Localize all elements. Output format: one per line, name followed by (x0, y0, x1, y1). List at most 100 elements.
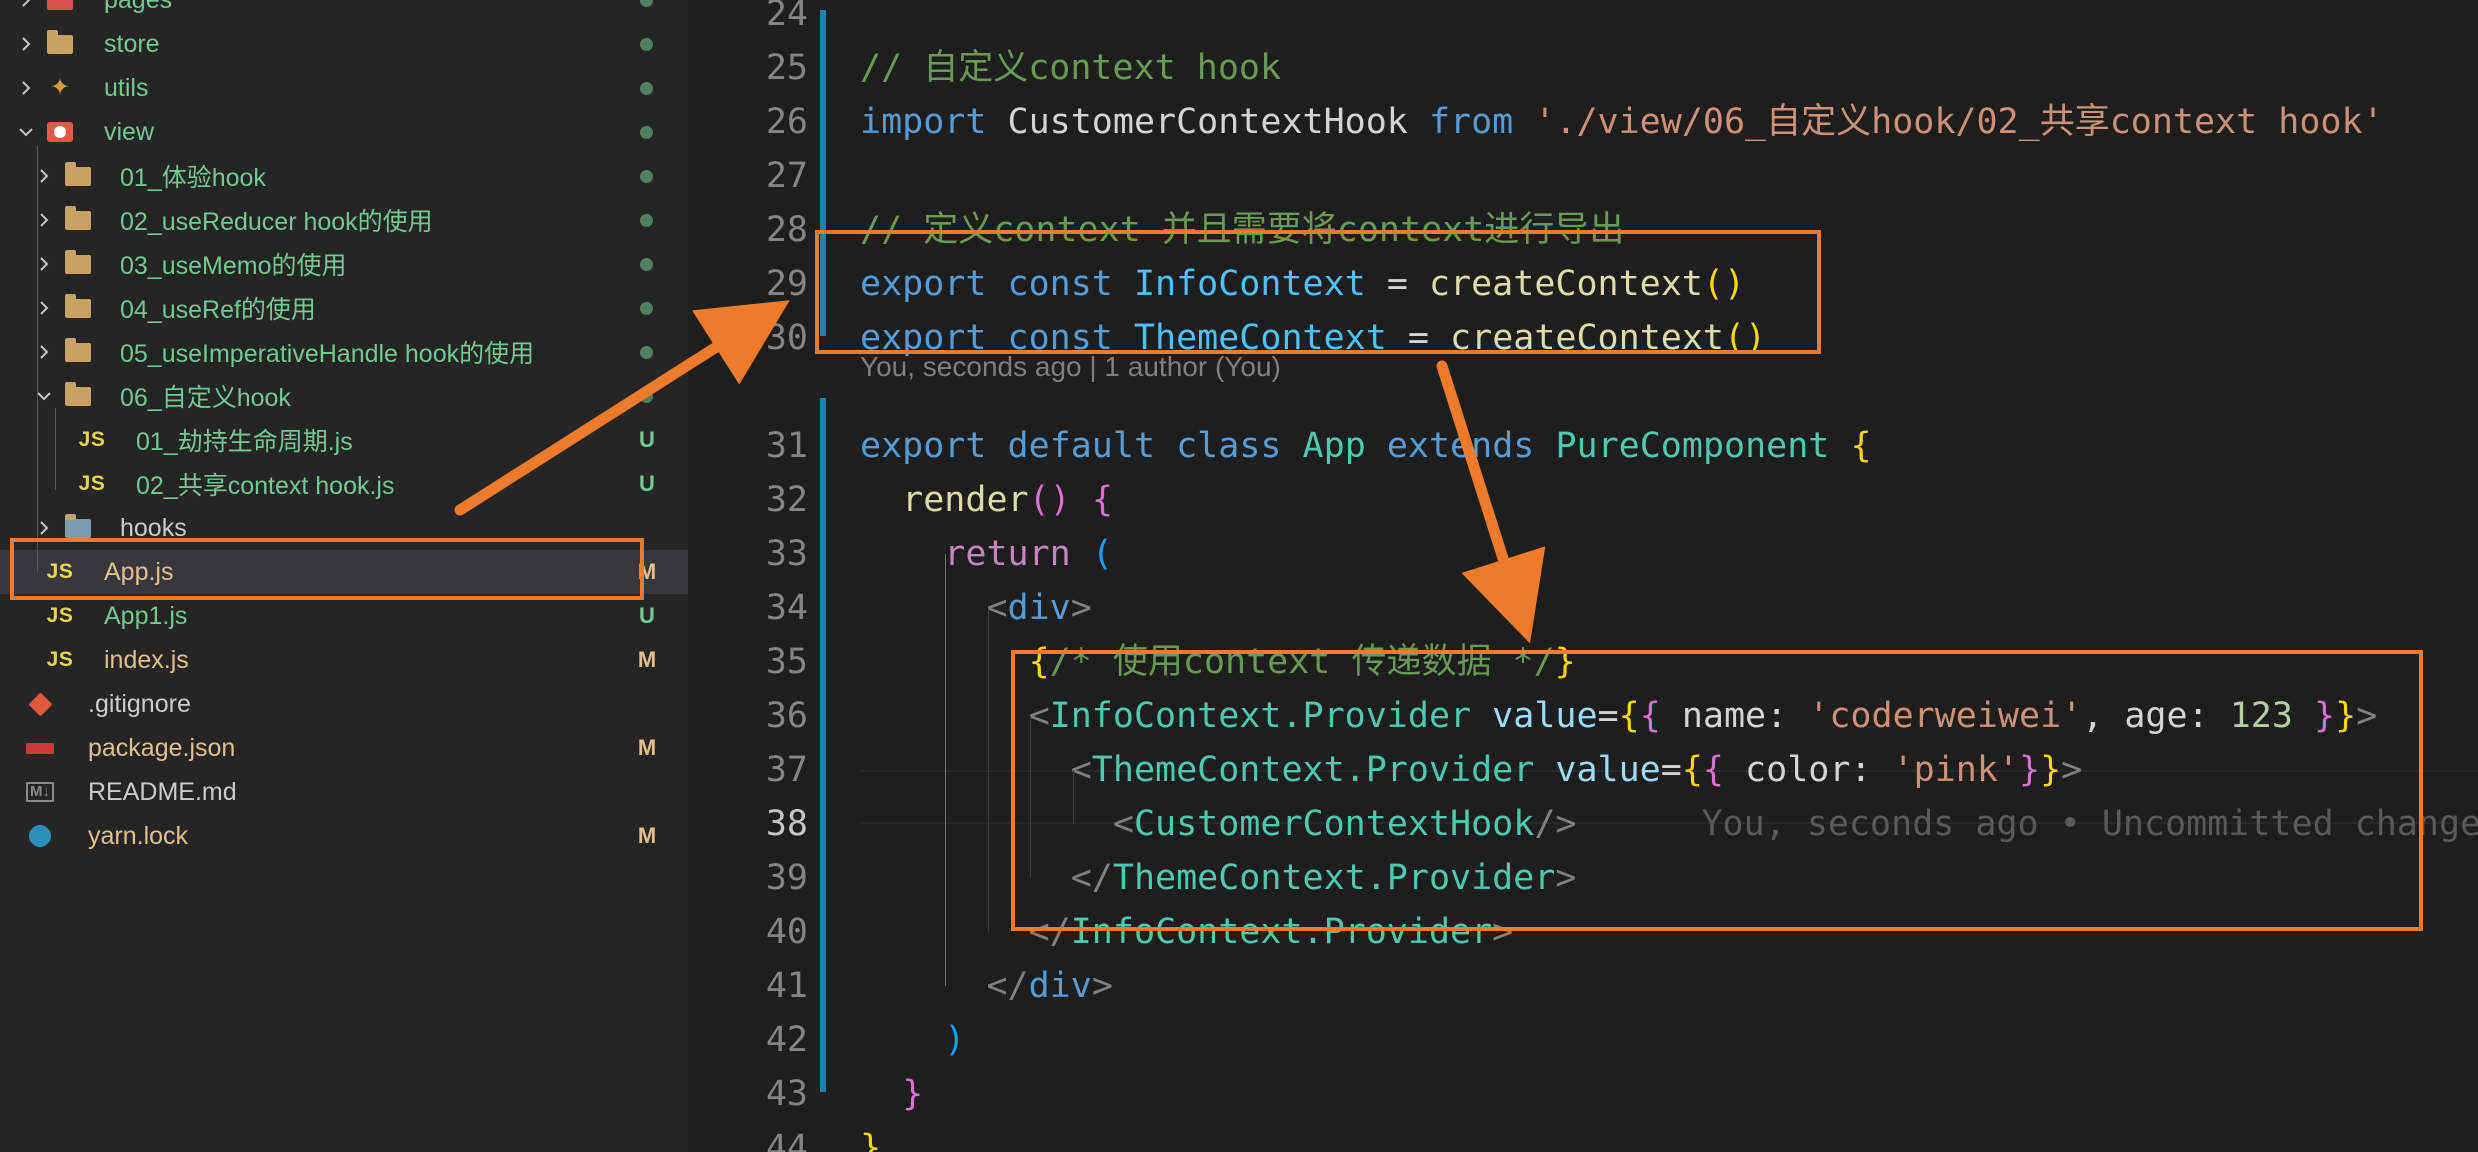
chevron-right-icon[interactable] (32, 154, 56, 198)
code-token: App (1302, 426, 1366, 466)
tree-item-label: utils (104, 73, 149, 102)
code-token: PureComponent (1555, 426, 1830, 466)
tree-item-label: 06_自定义hook (120, 384, 291, 412)
line-number: 30 (765, 318, 808, 358)
line-number: 40 (765, 912, 808, 952)
git-status-dot (640, 126, 653, 139)
line-number: 26 (765, 102, 808, 142)
code-line: 27 (688, 149, 2478, 203)
javascript-file-icon: JS (78, 472, 106, 495)
chevron-right-icon[interactable] (14, 66, 38, 110)
annotation-box-context-exports (815, 230, 1821, 354)
tree-item-label: yarn.lock (88, 821, 189, 850)
tree-folder[interactable]: view (0, 110, 688, 154)
tree-file[interactable]: JS 01_劫持生命周期.js U (0, 418, 688, 462)
tree-file[interactable]: M↓ README.md (0, 770, 688, 814)
utils-folder-icon: ✦ (49, 74, 71, 101)
code-token: } (860, 1128, 882, 1152)
tree-folder[interactable]: ✦ utils (0, 66, 688, 110)
chevron-down-icon[interactable] (32, 374, 56, 418)
tree-item-label: view (104, 117, 155, 146)
code-line: 24 (688, 0, 2478, 41)
code-token: // 自定义context hook (860, 48, 1282, 88)
line-number: 35 (765, 642, 808, 682)
indent-guide (945, 554, 946, 986)
tree-folder[interactable]: 03_useMemo的使用 (0, 242, 688, 286)
chevron-right-icon[interactable] (14, 22, 38, 66)
code-content: <div> (860, 581, 1091, 635)
tree-indent-guide-nested (55, 408, 56, 490)
git-status-dot (640, 0, 653, 7)
chevron-right-icon[interactable] (14, 0, 38, 22)
git-status-badge: U (639, 427, 655, 452)
tree-item-label: index.js (104, 645, 189, 674)
tree-file[interactable]: JS index.js M (0, 638, 688, 682)
code-line: 34 <div> (688, 581, 2478, 635)
line-number: 36 (765, 696, 808, 736)
tree-folder[interactable]: 01_体验hook (0, 154, 688, 198)
tree-item-label: App1.js (104, 601, 188, 630)
chevron-right-icon[interactable] (32, 242, 56, 286)
tree-folder[interactable]: store (0, 22, 688, 66)
code-token: div (1007, 588, 1071, 628)
git-status-badge: M (637, 823, 657, 848)
line-number: 43 (765, 1074, 808, 1114)
chevron-right-icon[interactable] (32, 286, 56, 330)
tree-item-label: pages (104, 0, 172, 15)
javascript-file-icon: JS (46, 604, 74, 627)
markdown-icon: M↓ (25, 770, 55, 814)
git-status-dot (640, 82, 653, 95)
chevron-down-icon[interactable] (14, 110, 38, 154)
code-token: return (944, 534, 1071, 574)
code-token: CustomerContextHook (986, 102, 1429, 142)
view-folder-icon (45, 110, 75, 154)
git-status-badge: U (639, 603, 655, 628)
tree-folder[interactable]: 02_useReducer hook的使用 (0, 198, 688, 242)
tree-file[interactable]: package.json M (0, 726, 688, 770)
code-content: </div> (860, 959, 1112, 1013)
line-number: 25 (765, 48, 808, 88)
line-number: 33 (765, 534, 808, 574)
tree-item-label: README.md (88, 777, 237, 806)
code-token: class (1176, 426, 1282, 466)
code-token: } (902, 1074, 924, 1114)
code-line: 33 return ( (688, 527, 2478, 581)
chevron-right-icon[interactable] (32, 330, 56, 374)
annotation-box-app-js (10, 538, 644, 600)
git-status-badge: M (637, 735, 657, 760)
tree-folder[interactable]: 05_useImperativeHandle hook的使用 (0, 330, 688, 374)
tree-item-label: package.json (88, 733, 236, 762)
code-line: 31 export default class App extends PureC… (688, 419, 2478, 473)
tree-file[interactable]: yarn.lock M (0, 814, 688, 858)
tree-folder[interactable]: pages (0, 0, 688, 22)
code-token: { (1850, 426, 1872, 466)
git-status-dot (640, 258, 653, 271)
tree-file[interactable]: JS App1.js U (0, 594, 688, 638)
line-number: 29 (765, 264, 808, 304)
folder-icon (63, 330, 93, 374)
code-token: () (1028, 480, 1071, 520)
line-number: 34 (765, 588, 808, 628)
code-content: export default class App extends PureCom… (860, 419, 1872, 473)
folder-open-icon (63, 374, 93, 418)
tree-item-label: .gitignore (88, 689, 191, 718)
code-content: } (860, 1067, 923, 1121)
tree-folder[interactable]: 06_自定义hook (0, 374, 688, 418)
tree-item-label: 04_useRef的使用 (120, 296, 316, 324)
code-token: { (1091, 480, 1113, 520)
code-editor[interactable]: 24 25 // 自定义context hook 26 import CustomerC… (688, 0, 2478, 1152)
git-status-dot (640, 346, 653, 359)
tree-file[interactable]: JS 02_共享context hook.js U (0, 462, 688, 506)
code-line: 32 render() { (688, 473, 2478, 527)
tree-file[interactable]: .gitignore (0, 682, 688, 726)
tree-folder[interactable]: 04_useRef的使用 (0, 286, 688, 330)
code-token: render (902, 480, 1029, 520)
tree-item-label: 01_体验hook (120, 164, 266, 192)
git-icon (25, 682, 55, 726)
code-token: export (860, 426, 987, 466)
javascript-file-icon: JS (46, 648, 74, 671)
chevron-right-icon[interactable] (32, 198, 56, 242)
